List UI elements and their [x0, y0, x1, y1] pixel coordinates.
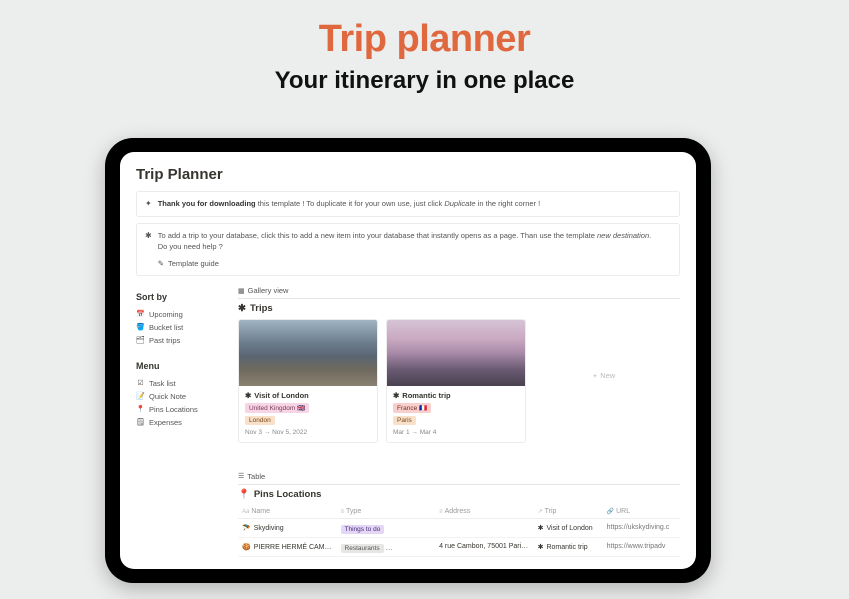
column-type-icon: Aa [242, 509, 249, 515]
tablet-frame: Trip Planner ✦ Thank you for downloading… [105, 138, 711, 583]
plus-icon: + [593, 371, 597, 380]
template-guide-link[interactable]: ✎ Template guide [158, 258, 219, 269]
asterisk-icon: ✱ [238, 303, 246, 314]
menu-label: Past trips [149, 336, 180, 345]
menu-label: Expenses [149, 418, 182, 427]
trips-db-title[interactable]: ✱ Trips [238, 303, 680, 314]
city-tag: Paris [393, 416, 416, 425]
row-icon: 🪂 [242, 525, 251, 532]
app-screen: Trip Planner ✦ Thank you for downloading… [120, 152, 696, 569]
country-tag: France 🇫🇷 [393, 403, 431, 413]
pins-col-1[interactable]: ≡Type [337, 505, 436, 519]
hero-subtitle: Your itinerary in one place [0, 67, 849, 95]
callout-help: ✱ To add a trip to your database, click … [136, 223, 680, 276]
asterisk-icon: ✱ [145, 230, 152, 269]
pin-type-cell: RestaurantsThings to do [337, 537, 436, 556]
column-type-icon: ↗ [538, 509, 543, 515]
pin-trip-cell[interactable]: ✱Romantic trip [534, 537, 603, 556]
page-title: Trip Planner [136, 166, 680, 183]
menu-icon: 🗂 [136, 336, 145, 344]
pin-url-cell[interactable]: https://ukskydiving.c [603, 518, 680, 537]
asterisk-icon: ✱ [538, 544, 544, 551]
trip-card-title: ✱Romantic trip [393, 391, 519, 400]
main-content: ▦ Gallery view ✱ Trips ✱Visit of London U… [238, 286, 680, 557]
callout-text: Thank you for downloading this template … [158, 198, 671, 210]
gallery-view-tab[interactable]: ▦ Gallery view [238, 286, 680, 299]
callout-help-line1: To add a trip to your database, click th… [158, 230, 671, 241]
callout-bold: Thank you for downloading [158, 199, 256, 208]
sidebar: Sort by 📅 Upcoming 🪣 Bucket list 🗂 Past trips… [136, 286, 224, 557]
trip-card-image [387, 320, 525, 386]
table-row[interactable]: 🪂Skydiving Things to do ✱Visit of Londonht… [238, 518, 680, 537]
trip-card-0[interactable]: ✱Visit of London United Kingdom 🇬🇧 London N… [238, 319, 378, 443]
pin-type-cell: Things to do [337, 518, 436, 537]
pin-name-cell[interactable]: 🍪PIERRE HERMÉ CAMBON [238, 537, 337, 556]
menu-icon: 🗒 [136, 418, 145, 426]
city-tag: London [245, 416, 275, 425]
column-type-icon: 🔗 [607, 509, 614, 515]
callout-help-line2: Do you need help ? [158, 241, 671, 252]
sortby-item-2[interactable]: 🗂 Past trips [136, 334, 224, 347]
asterisk-icon: ✱ [538, 525, 544, 532]
pin-trip-cell[interactable]: ✱Visit of London [534, 518, 603, 537]
table-icon: ☰ [238, 472, 244, 480]
menu-icon: 📍 [136, 405, 145, 413]
menu-item-0[interactable]: ☑ Task list [136, 377, 224, 390]
pins-col-0[interactable]: AaName [238, 505, 337, 519]
menu-label: Upcoming [149, 310, 183, 319]
row-icon: 🍪 [242, 544, 251, 551]
menu-item-1[interactable]: 📝 Quick Note [136, 390, 224, 403]
table-view-tab[interactable]: ☰ Table [238, 472, 680, 485]
menu-label: Task list [149, 379, 176, 388]
hero-banner: Trip planner Your itinerary in one place [0, 0, 849, 95]
trip-dates: Mar 1 → Mar 4 [393, 429, 519, 436]
type-tag: Restaurants [341, 544, 384, 553]
pins-col-2[interactable]: ≡Address [435, 505, 534, 519]
pin-icon: 📍 [238, 489, 250, 500]
pins-table: AaName≡Type≡Address↗Trip🔗URL 🪂Skydiving T… [238, 505, 680, 557]
sortby-item-0[interactable]: 📅 Upcoming [136, 308, 224, 321]
menu-icon: 📅 [136, 310, 145, 318]
country-tag: United Kingdom 🇬🇧 [245, 403, 309, 413]
trip-card-title: ✱Visit of London [245, 391, 371, 400]
sortby-item-1[interactable]: 🪣 Bucket list [136, 321, 224, 334]
menu-item-2[interactable]: 📍 Pins Locations [136, 403, 224, 416]
callout-italic: Duplicate [444, 199, 475, 208]
sparkle-icon: ✦ [145, 198, 152, 210]
column-type-icon: ≡ [439, 509, 443, 515]
column-type-icon: ≡ [341, 509, 345, 515]
pin-name-cell[interactable]: 🪂Skydiving [238, 518, 337, 537]
menu-icon: 🪣 [136, 323, 145, 331]
sortby-heading: Sort by [136, 292, 224, 302]
gallery-icon: ▦ [238, 287, 245, 295]
pencil-icon: ✎ [158, 258, 164, 269]
trips-gallery: ✱Visit of London United Kingdom 🇬🇧 London N… [238, 319, 680, 443]
menu-item-3[interactable]: 🗒 Expenses [136, 416, 224, 429]
menu-label: Quick Note [149, 392, 186, 401]
trip-card-image [239, 320, 377, 386]
pin-address-cell [435, 518, 534, 537]
type-tag: Things to do [341, 525, 385, 534]
trip-dates: Nov 3 → Nov 5, 2022 [245, 429, 371, 436]
menu-icon: ☑ [136, 379, 145, 387]
new-trip-button[interactable]: +New [534, 319, 674, 431]
menu-label: Pins Locations [149, 405, 198, 414]
pins-col-4[interactable]: 🔗URL [603, 505, 680, 519]
table-row[interactable]: 🍪PIERRE HERMÉ CAMBONRestaurantsThings to… [238, 537, 680, 556]
pins-db-title[interactable]: 📍 Pins Locations [238, 489, 680, 500]
pin-address-cell: 4 rue Cambon, 75001 Paris F [435, 537, 534, 556]
pin-url-cell[interactable]: https://www.tripadv [603, 537, 680, 556]
menu-heading: Menu [136, 361, 224, 371]
callout-thank-you: ✦ Thank you for downloading this templat… [136, 191, 680, 217]
trip-card-1[interactable]: ✱Romantic trip France 🇫🇷 Paris Mar 1 → Mar … [386, 319, 526, 443]
hero-title: Trip planner [0, 18, 849, 61]
pins-col-3[interactable]: ↗Trip [534, 505, 603, 519]
menu-icon: 📝 [136, 392, 145, 400]
menu-label: Bucket list [149, 323, 183, 332]
